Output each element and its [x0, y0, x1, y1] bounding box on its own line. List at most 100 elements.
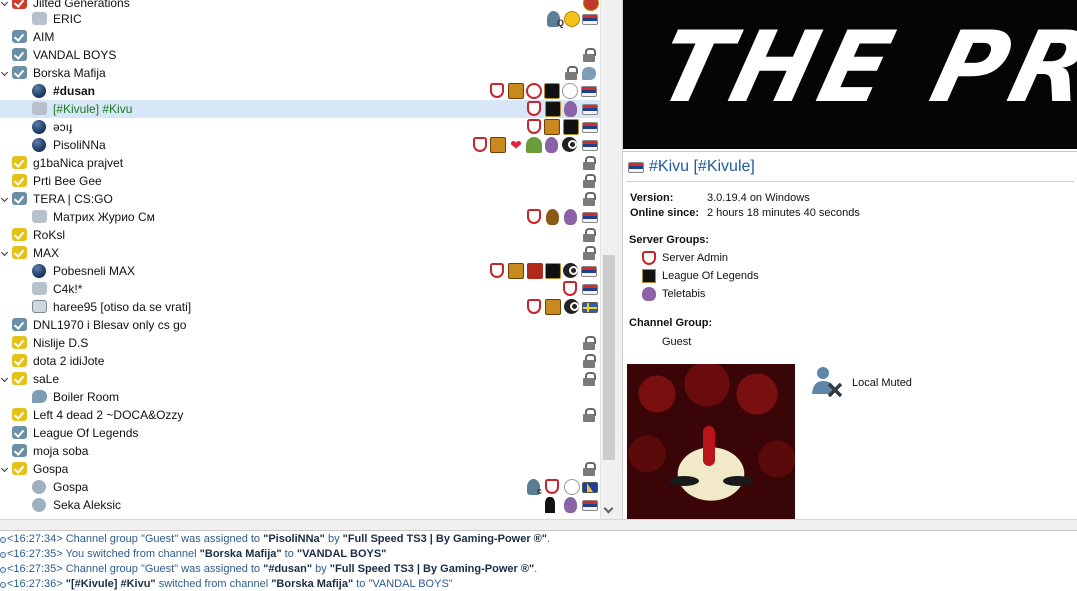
client-label: Seka Aleksic — [53, 498, 122, 512]
channel-row[interactable]: saLe — [0, 370, 600, 388]
group-query-icon: Q — [547, 11, 564, 28]
server-group-item: Teletabis — [662, 288, 706, 300]
client-row[interactable]: haree95 [otiso da se vrati] — [0, 298, 600, 316]
flag-rs-icon — [628, 162, 644, 173]
client-status-icon — [32, 120, 46, 134]
channel-row[interactable]: Prti Bee Gee — [0, 172, 600, 190]
channel-icon — [12, 318, 27, 331]
teletabis-icon — [564, 497, 577, 513]
channel-row[interactable]: DNL1970 i Blesav only cs go — [0, 316, 600, 334]
server-admin-icon — [490, 263, 504, 278]
expand-caret-icon[interactable] — [0, 0, 9, 7]
client-label: [#Kivule] #Kivu — [53, 102, 133, 116]
online-since-value: 2 hours 18 minutes 40 seconds — [707, 207, 860, 219]
channel-label: Left 4 dead 2 ~DOCA&Ozzy — [33, 408, 184, 422]
league-of-legends-icon — [642, 269, 656, 283]
client-row[interactable]: ERIC Q — [0, 10, 600, 28]
client-label: Gospa — [53, 480, 89, 494]
channel-row[interactable]: League Of Legends — [0, 424, 600, 442]
poop-icon — [546, 209, 559, 225]
client-row[interactable]: ǝɔıɟ — [0, 118, 600, 136]
channel-label: dota 2 idiJote — [33, 354, 105, 368]
client-status-icon — [32, 138, 46, 152]
league-of-legends-icon — [544, 83, 560, 99]
client-label: haree95 [otiso da se vrati] — [53, 300, 192, 314]
channel-icon — [12, 156, 27, 169]
channel-label: saLe — [33, 372, 60, 386]
badge-shield-icon — [473, 137, 487, 152]
horizontal-splitter[interactable] — [0, 519, 1077, 531]
client-muted-icon — [32, 282, 47, 295]
expand-caret-icon[interactable] — [0, 464, 9, 473]
avatar-detail — [703, 426, 715, 466]
client-muted-icon — [32, 210, 47, 223]
channel-row[interactable]: g1baNica prajvet — [0, 154, 600, 172]
client-label: Pobesneli MAX — [53, 264, 136, 278]
expand-caret-icon[interactable] — [0, 248, 9, 257]
channel-label: MAX — [33, 246, 60, 260]
lock-icon — [581, 353, 597, 369]
csgo-icon — [508, 83, 524, 99]
dancer-icon — [545, 497, 555, 513]
divider — [626, 181, 1074, 182]
channel-row[interactable]: dota 2 idiJote — [0, 352, 600, 370]
channel-row[interactable]: moja soba — [0, 442, 600, 460]
channel-row[interactable]: Borska Mafija — [0, 64, 600, 82]
channel-icon — [12, 48, 27, 61]
dota-icon — [527, 263, 543, 279]
channel-row[interactable]: Left 4 dead 2 ~DOCA&Ozzy — [0, 406, 600, 424]
channel-row[interactable]: RoKsl — [0, 226, 600, 244]
scroll-down-arrow-icon[interactable] — [603, 503, 614, 514]
teletabis-icon — [545, 137, 558, 153]
server-admin-icon — [545, 479, 559, 494]
group-c-icon: c — [527, 479, 542, 496]
channel-label: g1baNica prajvet — [33, 156, 124, 170]
lock-icon — [563, 65, 579, 81]
flag-rs-icon — [582, 212, 598, 223]
chat-log[interactable]: <16:27:34> Channel group "Guest" was ass… — [0, 531, 1077, 591]
client-row[interactable]: C4k!* — [0, 280, 600, 298]
client-label: ERIC — [53, 12, 82, 26]
expand-caret-icon[interactable] — [0, 68, 9, 77]
client-label: Матрих Журио См — [53, 210, 155, 224]
scrollbar-thumb[interactable] — [603, 255, 615, 460]
banner-text: THE PRODI — [646, 11, 1077, 125]
client-row[interactable]: Seka Aleksic — [0, 496, 600, 514]
channel-row[interactable]: AIM — [0, 28, 600, 46]
channel-icon — [12, 246, 27, 259]
channel-row[interactable]: Gospa — [0, 460, 600, 478]
client-status-icon — [32, 84, 46, 98]
channel-label: Nislije D.S — [33, 336, 89, 350]
hello-kitty-icon — [562, 83, 578, 99]
client-row-selected[interactable]: [#Kivule] #Kivu — [0, 100, 600, 118]
server-group-item: Server Admin — [662, 252, 729, 264]
client-label: #dusan — [53, 84, 96, 98]
expand-caret-icon[interactable] — [0, 194, 9, 203]
log-line: <16:27:34> Channel group "Guest" was ass… — [0, 532, 550, 547]
client-row[interactable]: Матрих Журио См — [0, 208, 600, 226]
channel-label: moja soba — [33, 444, 89, 458]
tree-scrollbar[interactable] — [600, 0, 617, 519]
channel-icon — [12, 192, 27, 205]
channel-row[interactable]: TERA | CS:GO — [0, 190, 600, 208]
client-row[interactable]: Gospa c — [0, 478, 600, 496]
client-local-muted-icon — [32, 102, 47, 115]
channel-row[interactable]: Nislije D.S — [0, 334, 600, 352]
subchannel-row[interactable]: Boiler Room — [0, 388, 600, 406]
channel-label: Prti Bee Gee — [33, 174, 102, 188]
channel-icon — [12, 408, 27, 421]
lock-icon — [581, 191, 597, 207]
server-banner[interactable]: THE PRODI — [623, 0, 1077, 149]
flag-ba-icon — [582, 482, 598, 493]
log-entry-icon — [0, 537, 6, 543]
client-row[interactable]: PisoliNNa ❤ — [0, 136, 600, 154]
channel-label: League Of Legends — [33, 426, 139, 440]
client-row[interactable]: Pobesneli MAX — [0, 262, 600, 280]
client-row[interactable]: #dusan — [0, 82, 600, 100]
channel-row[interactable]: VANDAL BOYS — [0, 46, 600, 64]
expand-caret-icon[interactable] — [0, 374, 9, 383]
channel-row[interactable]: MAX — [0, 244, 600, 262]
log-line: <16:27:35> Channel group "Guest" was ass… — [0, 562, 537, 577]
channel-tree[interactable]: Jilted Generations ERIC Q AIM VANDAL BOY… — [0, 0, 600, 519]
channel-label: Jilted Generations — [33, 0, 130, 10]
